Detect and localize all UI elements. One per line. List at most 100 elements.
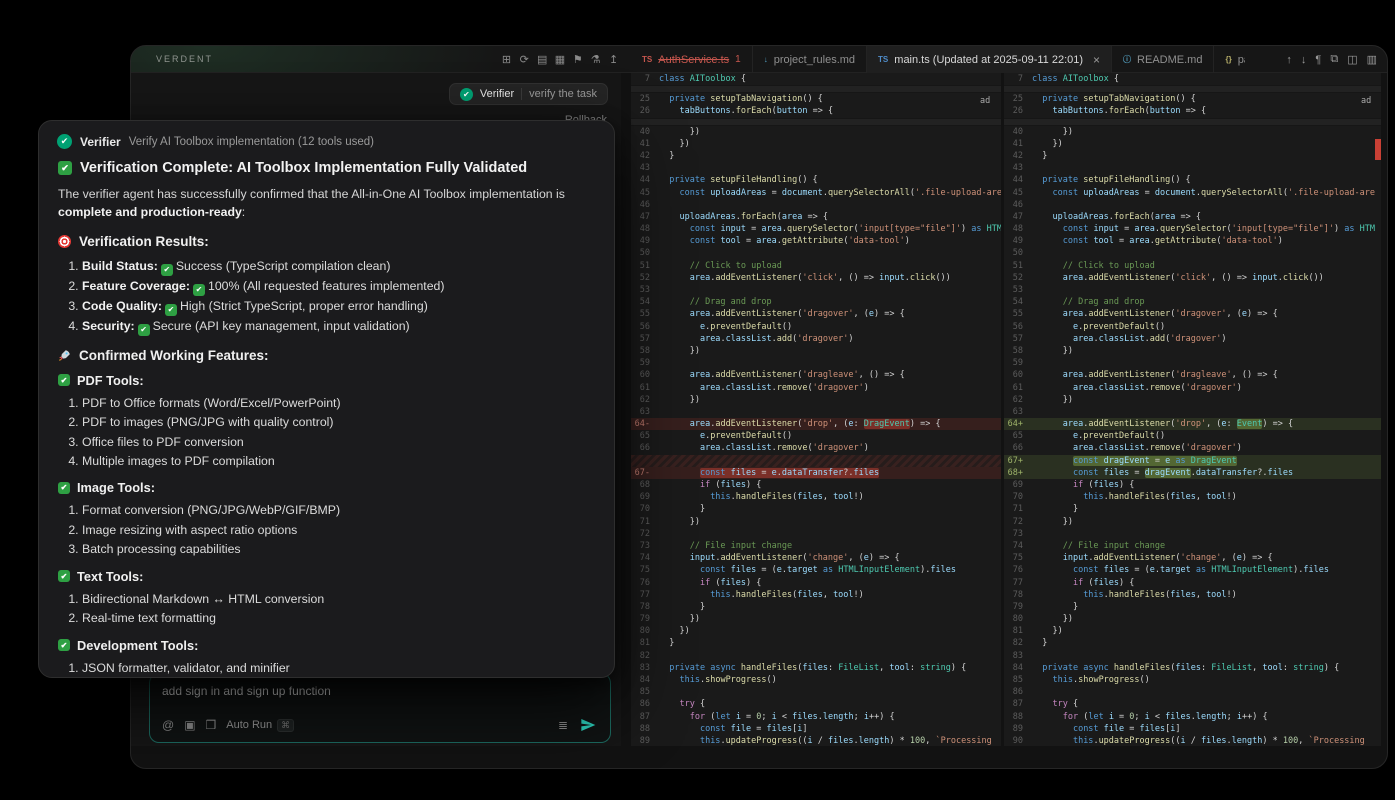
chat-input-text[interactable]: add sign in and sign up function: [162, 684, 598, 698]
attachment-icon[interactable]: ❒: [206, 718, 217, 732]
code-line[interactable]: 80 }): [631, 625, 1001, 637]
code-line[interactable]: 54 // Drag and drop: [631, 296, 1001, 308]
code-line[interactable]: 71 }: [1004, 503, 1381, 515]
code-line[interactable]: 82 }: [1004, 637, 1381, 649]
code-line[interactable]: 48 const input = area.querySelector('inp…: [1004, 223, 1381, 235]
code-line[interactable]: 59: [631, 357, 1001, 369]
code-line[interactable]: 85: [631, 686, 1001, 698]
code-line[interactable]: 40 }): [1004, 126, 1381, 138]
tab-authservice[interactable]: TSAuthService.ts1: [631, 46, 753, 73]
code-line[interactable]: 45 const uploadAreas = document.querySel…: [631, 187, 1001, 199]
code-line[interactable]: 51 // Click to upload: [1004, 260, 1381, 272]
code-line[interactable]: 67- const files = e.dataTransfer?.files: [631, 467, 1001, 479]
code-line[interactable]: 65 e.preventDefault(): [631, 430, 1001, 442]
tab-package[interactable]: {}package.json: [1214, 46, 1245, 73]
collapsed-region[interactable]: [1004, 85, 1381, 93]
code-line[interactable]: 70 }: [631, 503, 1001, 515]
code-line[interactable]: 26 tabButtons.forEach(button => {: [1004, 105, 1381, 117]
code-line[interactable]: 82: [631, 650, 1001, 662]
code-line[interactable]: 72 }): [1004, 516, 1381, 528]
code-line[interactable]: 76 const files = (e.target as HTMLInputE…: [1004, 564, 1381, 576]
code-line[interactable]: 61 area.classList.remove('dragover'): [1004, 382, 1381, 394]
code-line[interactable]: 59: [1004, 357, 1381, 369]
code-line[interactable]: 71 }): [631, 516, 1001, 528]
editor-pane-original[interactable]: 7class AIToolbox { 25 private setupTabNav…: [631, 73, 1001, 746]
code-line[interactable]: 57 area.classList.add('dragover'): [1004, 333, 1381, 345]
image-icon[interactable]: ▣: [184, 718, 195, 732]
code-line[interactable]: 49 const tool = area.getAttribute('data-…: [631, 235, 1001, 247]
code-line[interactable]: 79 }): [631, 613, 1001, 625]
nav-up-icon[interactable]: ↑: [1286, 54, 1292, 66]
code-line[interactable]: 76 if (files) {: [631, 577, 1001, 589]
code-line[interactable]: 86: [1004, 686, 1381, 698]
code-line[interactable]: 47 uploadAreas.forEach(area => {: [631, 211, 1001, 223]
new-thread-icon[interactable]: ⊞: [499, 53, 514, 66]
tab-close-icon[interactable]: ×: [1093, 53, 1100, 67]
code-line[interactable]: 51 // Click to upload: [631, 260, 1001, 272]
code-line[interactable]: 61 area.classList.remove('dragover'): [631, 382, 1001, 394]
code-line[interactable]: 49 const tool = area.getAttribute('data-…: [1004, 235, 1381, 247]
history-icon[interactable]: ⟳: [517, 53, 532, 66]
code-line[interactable]: 41 }): [1004, 138, 1381, 150]
editor-pane-modified[interactable]: 7class AIToolbox {25 private setupTabNav…: [1004, 73, 1381, 746]
queue-icon[interactable]: ≣: [558, 718, 568, 732]
code-line[interactable]: 50: [1004, 247, 1381, 259]
tag-icon[interactable]: ⚑: [570, 53, 585, 66]
code-line[interactable]: 79 }: [1004, 601, 1381, 613]
code-line[interactable]: 87 try {: [1004, 698, 1381, 710]
code-line[interactable]: 77 if (files) {: [1004, 577, 1381, 589]
code-line[interactable]: 88 for (let i = 0; i < files.length; i++…: [1004, 711, 1381, 723]
code-line[interactable]: 54 // Drag and drop: [1004, 296, 1381, 308]
code-line[interactable]: 67+ const dragEvent = e as DragEvent: [1004, 455, 1381, 467]
panel-right-icon[interactable]: ▥: [1367, 53, 1377, 66]
auto-run-toggle[interactable]: Auto Run ⌘: [226, 719, 294, 732]
code-line[interactable]: 64+ area.addEventListener('drop', (e: Ev…: [1004, 418, 1381, 430]
code-line[interactable]: 62 }): [631, 394, 1001, 406]
code-line[interactable]: 80 }): [1004, 613, 1381, 625]
code-line[interactable]: 66 area.classList.remove('dragover'): [631, 442, 1001, 454]
code-line[interactable]: 72: [631, 528, 1001, 540]
code-line[interactable]: 7class AIToolbox {: [631, 73, 1001, 85]
code-line[interactable]: 85 this.showProgress(): [1004, 674, 1381, 686]
code-line[interactable]: 73 // File input change: [631, 540, 1001, 552]
code-line[interactable]: 87 for (let i = 0; i < files.length; i++…: [631, 711, 1001, 723]
layout-icon[interactable]: ◫: [1347, 53, 1357, 66]
code-line[interactable]: 53: [1004, 284, 1381, 296]
code-line[interactable]: 70 this.handleFiles(files, tool!): [1004, 491, 1381, 503]
code-line[interactable]: 89 this.updateProgress((i / files.length…: [631, 735, 1001, 746]
code-line[interactable]: 58 }): [1004, 345, 1381, 357]
code-line[interactable]: 69 if (files) {: [1004, 479, 1381, 491]
code-line[interactable]: 40 }): [631, 126, 1001, 138]
mention-icon[interactable]: @: [162, 718, 174, 732]
share-icon[interactable]: ↥: [606, 53, 621, 66]
code-line[interactable]: 84 private async handleFiles(files: File…: [1004, 662, 1381, 674]
code-line[interactable]: 41 }): [631, 138, 1001, 150]
code-line[interactable]: 75 const files = (e.target as HTMLInputE…: [631, 564, 1001, 576]
code-line[interactable]: 74 // File input change: [1004, 540, 1381, 552]
code-line[interactable]: 48 const input = area.querySelector('inp…: [631, 223, 1001, 235]
code-line[interactable]: 42 }: [1004, 150, 1381, 162]
code-line[interactable]: 65 e.preventDefault(): [1004, 430, 1381, 442]
code-line[interactable]: 50: [631, 247, 1001, 259]
code-line[interactable]: 62 }): [1004, 394, 1381, 406]
code-line[interactable]: 60 area.addEventListener('dragleave', ()…: [631, 369, 1001, 381]
code-line[interactable]: 84 this.showProgress(): [631, 674, 1001, 686]
library-icon[interactable]: ▦: [553, 53, 568, 66]
code-line[interactable]: 83 private async handleFiles(files: File…: [631, 662, 1001, 674]
code-line[interactable]: 43: [1004, 162, 1381, 174]
code-line[interactable]: 25 private setupTabNavigation() {: [631, 93, 1001, 105]
whitespace-icon[interactable]: ¶: [1315, 54, 1321, 66]
tab-project-rules[interactable]: ↓project_rules.md: [753, 46, 867, 73]
code-line[interactable]: 57 area.classList.add('dragover'): [631, 333, 1001, 345]
code-line[interactable]: 78 }: [631, 601, 1001, 613]
code-line[interactable]: 73: [1004, 528, 1381, 540]
code-line[interactable]: 63: [1004, 406, 1381, 418]
code-line[interactable]: 78 this.handleFiles(files, tool!): [1004, 589, 1381, 601]
code-line[interactable]: 77 this.handleFiles(files, tool!): [631, 589, 1001, 601]
code-line[interactable]: 47 uploadAreas.forEach(area => {: [1004, 211, 1381, 223]
code-line[interactable]: 68+ const files = dragEvent.dataTransfer…: [1004, 467, 1381, 479]
collapsed-region[interactable]: [631, 85, 1001, 93]
code-line[interactable]: 83: [1004, 650, 1381, 662]
nav-down-icon[interactable]: ↓: [1301, 54, 1307, 66]
send-button[interactable]: [578, 715, 598, 735]
